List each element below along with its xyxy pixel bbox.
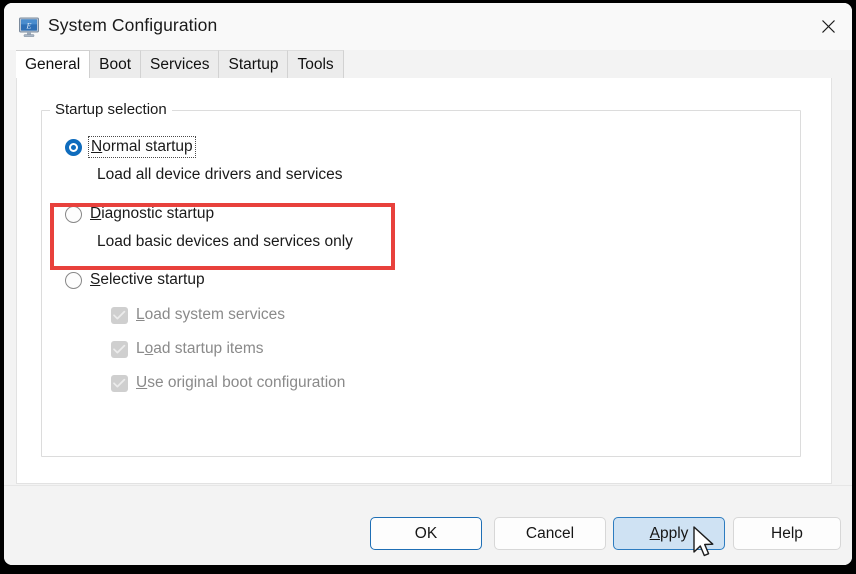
radio-selective-startup-label: Selective startup	[90, 271, 205, 289]
label-rest: ad startup items	[153, 340, 263, 357]
tab-startup-label: Startup	[228, 57, 278, 73]
accel-char: U	[136, 374, 147, 391]
checkbox-load-startup-items-box[interactable]	[111, 341, 128, 358]
normal-startup-description: Load all device drivers and services	[97, 166, 343, 184]
radio-normal-startup-indicator[interactable]	[65, 139, 82, 156]
tab-general-label: General	[25, 57, 80, 73]
apply-button-label: Apply	[650, 525, 689, 543]
tab-list: General Boot Services Startup Tools	[16, 50, 344, 78]
tab-services-label: Services	[150, 57, 209, 73]
radio-diagnostic-startup-label: Diagnostic startup	[90, 205, 214, 223]
checkbox-load-system-services-box[interactable]	[111, 307, 128, 324]
radio-selective-startup-indicator[interactable]	[65, 272, 82, 289]
tab-services[interactable]: Services	[141, 50, 219, 78]
accel-char: D	[90, 205, 101, 222]
cancel-button-label: Cancel	[526, 525, 574, 543]
apply-button[interactable]: Apply	[613, 517, 725, 550]
startup-selection-label: Startup selection	[50, 101, 172, 118]
tab-boot-label: Boot	[99, 57, 131, 73]
tab-boot[interactable]: Boot	[90, 50, 141, 78]
radio-normal-startup-label: Normal startup	[90, 138, 194, 156]
checkbox-use-original-boot-configuration[interactable]: Use original boot configuration	[111, 374, 345, 392]
tab-general[interactable]: General	[16, 50, 90, 78]
accel-char: o	[145, 340, 154, 357]
label-pre: L	[136, 340, 145, 357]
label-rest: elective startup	[100, 271, 204, 288]
radio-normal-startup[interactable]: Normal startup	[65, 138, 194, 156]
radio-diagnostic-startup-indicator[interactable]	[65, 206, 82, 223]
label-rest: se original boot configuration	[147, 374, 345, 391]
label-rest: oad system services	[145, 306, 285, 323]
accel-char: L	[136, 306, 145, 323]
radio-selective-startup[interactable]: Selective startup	[65, 271, 205, 289]
system-configuration-window: E System Configuration General Boot Serv…	[4, 3, 852, 565]
svg-text:E: E	[26, 22, 32, 31]
help-button[interactable]: Help	[733, 517, 841, 550]
cancel-button[interactable]: Cancel	[494, 517, 606, 550]
tab-tools[interactable]: Tools	[288, 50, 343, 78]
checkbox-load-system-services[interactable]: Load system services	[111, 306, 285, 324]
dialog-button-bar: OK Cancel Apply Help	[4, 485, 852, 565]
tab-startup[interactable]: Startup	[219, 50, 288, 78]
help-button-label: Help	[771, 525, 803, 543]
accel-char: N	[91, 138, 102, 155]
accel-char: A	[650, 525, 660, 542]
window-title: System Configuration	[48, 15, 217, 36]
checkbox-use-original-boot-configuration-box[interactable]	[111, 375, 128, 392]
checkbox-load-startup-items-label: Load startup items	[136, 340, 264, 358]
label-rest: iagnostic startup	[101, 205, 214, 222]
close-icon[interactable]	[805, 3, 852, 49]
checkbox-use-original-boot-configuration-label: Use original boot configuration	[136, 374, 345, 392]
ok-button-label: OK	[415, 525, 437, 543]
diagnostic-startup-description: Load basic devices and services only	[97, 233, 353, 251]
title-bar: E System Configuration	[4, 3, 852, 51]
radio-diagnostic-startup[interactable]: Diagnostic startup	[65, 205, 214, 223]
tab-tools-label: Tools	[297, 57, 333, 73]
tab-strip: General Boot Services Startup Tools	[4, 50, 852, 78]
checkbox-load-startup-items[interactable]: Load startup items	[111, 340, 264, 358]
accel-char: S	[90, 271, 100, 288]
label-rest: pply	[660, 525, 688, 542]
general-tab-panel: Startup selection Normal startup Load al…	[16, 78, 832, 484]
label-rest: ormal startup	[102, 138, 192, 155]
checkbox-load-system-services-label: Load system services	[136, 306, 285, 324]
ok-button[interactable]: OK	[370, 517, 482, 550]
system-configuration-icon: E	[18, 16, 40, 38]
